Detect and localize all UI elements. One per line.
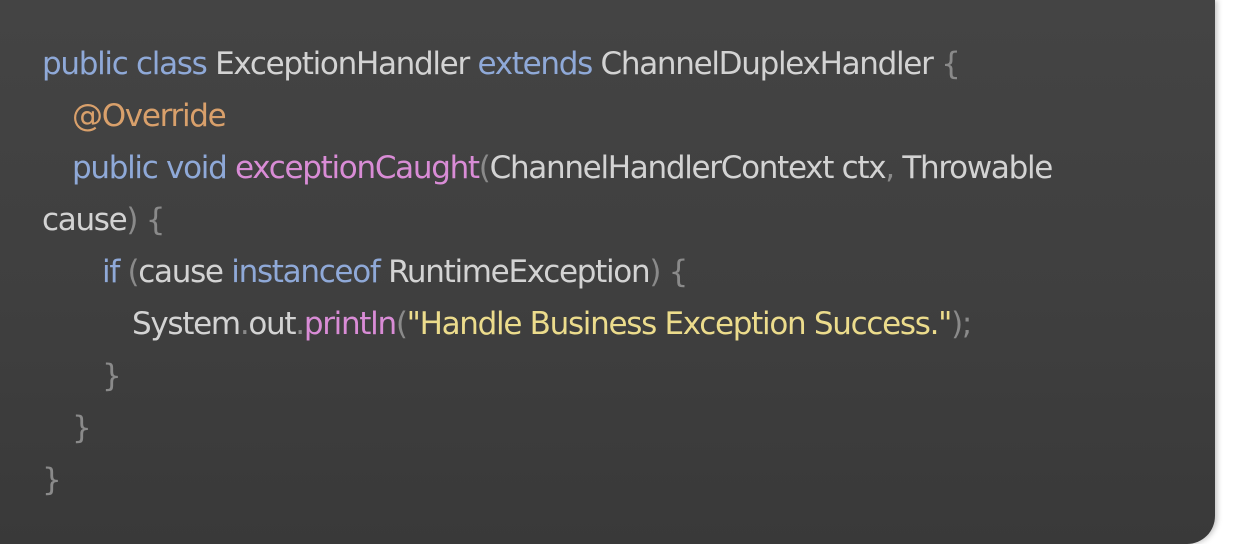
system-class: System	[132, 306, 241, 342]
keyword-instanceof: instanceof	[231, 254, 381, 290]
open-paren: (	[395, 306, 408, 342]
comma: ,	[885, 150, 895, 186]
code-snippet-card: public class ExceptionHandler extends Ch…	[0, 0, 1215, 544]
code-line-4: cause) {	[42, 194, 1192, 246]
string-literal: "Handle Business Exception Success."	[406, 306, 953, 342]
close-brace: }	[42, 462, 62, 498]
method-name: exceptionCaught	[235, 150, 480, 186]
open-brace: {	[668, 254, 689, 290]
keyword-extends: extends	[477, 46, 593, 82]
parent-class-name: ChannelDuplexHandler	[600, 46, 934, 82]
keyword-class: class	[136, 46, 208, 82]
close-brace: }	[102, 358, 122, 394]
close-paren: )	[126, 202, 138, 238]
code-line-9: }	[42, 454, 1192, 506]
code-line-7: }	[42, 350, 1192, 402]
out-field: out	[248, 306, 296, 342]
param-name: ctx	[841, 150, 887, 186]
code-line-5: if (cause instanceof RuntimeException) {	[42, 246, 1192, 298]
param-type: Throwable	[902, 150, 1053, 186]
annotation-override: @Override	[72, 98, 227, 134]
open-paren: (	[478, 150, 491, 186]
open-brace: {	[145, 202, 166, 238]
keyword-public: public	[42, 46, 129, 82]
open-brace: {	[941, 46, 961, 82]
variable-name: cause	[138, 254, 224, 290]
type-name: RuntimeException	[388, 254, 651, 290]
code-line-8: }	[42, 402, 1192, 454]
class-name: ExceptionHandler	[215, 46, 470, 82]
code-block: public class ExceptionHandler extends Ch…	[42, 38, 1192, 506]
param-name: cause	[42, 202, 128, 238]
keyword-public: public	[72, 150, 159, 186]
code-line-6: System.out.println("Handle Business Exce…	[42, 298, 1192, 350]
code-line-3: public void exceptionCaught(ChannelHandl…	[42, 142, 1192, 194]
close-paren-semicolon: );	[951, 306, 972, 342]
println-method: println	[303, 306, 397, 342]
open-paren: (	[127, 254, 140, 290]
dot: .	[295, 306, 305, 342]
param-type: ChannelHandlerContext	[489, 150, 835, 186]
close-paren: )	[649, 254, 661, 290]
code-line-1: public class ExceptionHandler extends Ch…	[42, 38, 1192, 90]
code-line-2: @Override	[42, 90, 1192, 142]
keyword-if: if	[102, 254, 120, 290]
keyword-void: void	[166, 150, 228, 186]
close-brace: }	[72, 410, 92, 446]
